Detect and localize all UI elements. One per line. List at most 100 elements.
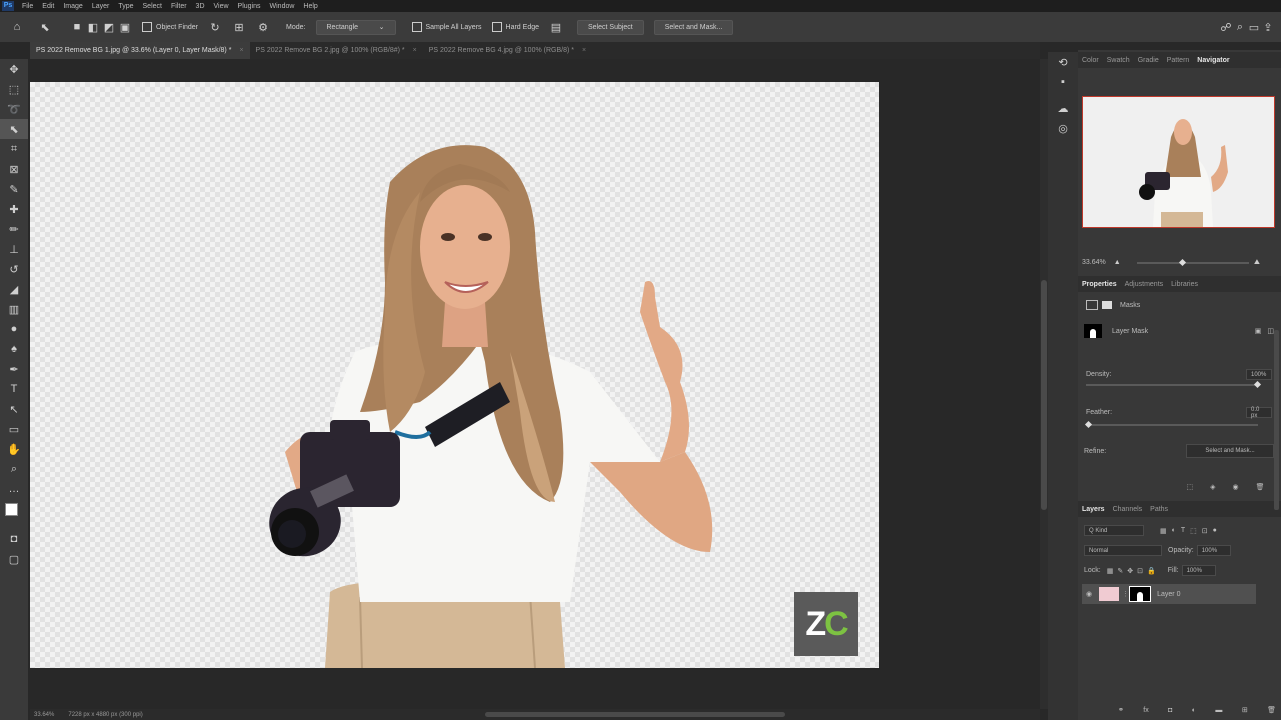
select-mask-icon[interactable]: ▣	[1255, 327, 1262, 335]
layer-thumbnail[interactable]	[1099, 587, 1120, 601]
fill-input[interactable]: 100%	[1181, 565, 1216, 576]
rectangle-tool-icon[interactable]: ▭	[0, 419, 28, 439]
healing-brush-tool-icon[interactable]: ✚	[0, 199, 28, 219]
tab-document-1[interactable]: PS 2022 Remove BG 1.jpg @ 33.6% (Layer 0…	[30, 42, 250, 59]
select-subject-button[interactable]: Select Subject	[577, 19, 644, 35]
close-icon[interactable]: ×	[582, 47, 586, 54]
density-slider[interactable]	[1086, 384, 1258, 386]
hand-tool-icon[interactable]: ✋	[0, 439, 28, 459]
link-icon[interactable]: ⋮	[1122, 590, 1129, 598]
menu-view[interactable]: View	[214, 3, 229, 10]
menu-window[interactable]: Window	[270, 3, 295, 10]
menu-help[interactable]: Help	[303, 3, 317, 10]
horizontal-scrollbar-thumb[interactable]	[485, 712, 785, 717]
foreground-color-swatch[interactable]	[5, 503, 18, 516]
history-brush-tool-icon[interactable]: ↺	[0, 259, 28, 279]
feather-knob[interactable]	[1084, 420, 1093, 429]
dodge-tool-icon[interactable]: ♠	[0, 339, 28, 359]
tab-gradients[interactable]: Gradie	[1134, 57, 1163, 64]
settings-gear-icon[interactable]: ⚙	[256, 20, 270, 34]
new-group-icon[interactable]: ▬	[1215, 707, 1222, 714]
menu-plugins[interactable]: Plugins	[238, 3, 261, 10]
menu-layer[interactable]: Layer	[92, 3, 110, 10]
navigator-zoom-slider[interactable]	[1137, 262, 1249, 264]
sample-all-layers-checkbox[interactable]: Sample All Layers	[411, 22, 482, 32]
document-canvas[interactable]	[30, 82, 879, 668]
menu-3d[interactable]: 3D	[196, 3, 205, 10]
menu-file[interactable]: File	[22, 3, 33, 10]
pen-tool-icon[interactable]: ✒	[0, 359, 28, 379]
eraser-tool-icon[interactable]: ◢	[0, 279, 28, 299]
properties-scrollbar[interactable]	[1274, 330, 1279, 510]
path-selection-tool-icon[interactable]: ↖	[0, 399, 28, 419]
eyedropper-tool-icon[interactable]: ✎	[0, 179, 28, 199]
status-zoom[interactable]: 33.64%	[34, 712, 54, 718]
brush-tool-icon[interactable]: ✏	[0, 219, 28, 239]
lasso-tool-icon[interactable]: ➰	[0, 99, 28, 119]
tab-libraries[interactable]: Libraries	[1167, 281, 1202, 288]
filter-type-icon[interactable]: T	[1181, 527, 1185, 534]
apply-mask-icon[interactable]: ◫	[1267, 327, 1274, 335]
tab-document-2[interactable]: PS 2022 Remove BG 2.jpg @ 100% (RGB/8#) …	[250, 42, 423, 59]
screen-mode-icon[interactable]: ▢	[0, 549, 28, 569]
select-and-mask-button[interactable]: Select and Mask...	[1186, 444, 1274, 458]
navigator-thumbnail[interactable]	[1082, 96, 1275, 228]
comments-panel-icon[interactable]: ▪	[1048, 72, 1078, 92]
tab-paths[interactable]: Paths	[1146, 506, 1172, 513]
blur-tool-icon[interactable]: ●	[0, 319, 28, 339]
type-tool-icon[interactable]: T	[0, 379, 28, 399]
export-icon[interactable]: ⇪	[1261, 20, 1275, 34]
photoshop-logo-icon[interactable]: Ps	[2, 1, 14, 11]
feather-input[interactable]: 0.0 px	[1246, 407, 1272, 419]
lock-transparent-icon[interactable]: ▦	[1107, 567, 1114, 575]
layer-mask-thumbnail[interactable]	[1129, 586, 1152, 602]
layer-mask-thumbnail[interactable]	[1084, 324, 1102, 338]
tab-layers[interactable]: Layers	[1078, 506, 1109, 513]
tab-document-3[interactable]: PS 2022 Remove BG 4.jpg @ 100% (RGB/8) *…	[423, 42, 592, 59]
brush-settings-icon[interactable]: ☁	[1048, 98, 1078, 118]
add-selection-icon[interactable]: ◧	[86, 20, 100, 34]
more-tools-icon[interactable]: …	[0, 479, 28, 499]
close-icon[interactable]: ×	[239, 47, 243, 54]
clone-stamp-tool-icon[interactable]: ⊥	[0, 239, 28, 259]
color-swatches[interactable]	[0, 499, 28, 529]
object-selection-tool-icon[interactable]: ⬉	[0, 119, 28, 139]
show-all-objects-icon[interactable]: ⊞	[232, 20, 246, 34]
crop-tool-icon[interactable]: ⌗	[0, 139, 28, 159]
filter-shape-icon[interactable]: ⬚	[1190, 527, 1197, 535]
plugins-panel-icon[interactable]: ◎	[1048, 118, 1078, 138]
tab-properties[interactable]: Properties	[1078, 281, 1121, 288]
select-subject-options-icon[interactable]: ▤	[549, 20, 563, 34]
tab-swatches[interactable]: Swatch	[1103, 57, 1134, 64]
tab-color[interactable]: Color	[1078, 57, 1103, 64]
invert-icon[interactable]: ◈	[1210, 483, 1215, 491]
lock-artboard-icon[interactable]: ⊡	[1137, 567, 1143, 575]
move-tool-icon[interactable]: ✥	[0, 59, 28, 79]
hard-edge-checkbox[interactable]: Hard Edge	[491, 22, 539, 32]
filter-pixel-icon[interactable]: ▦	[1160, 527, 1167, 535]
subtract-selection-icon[interactable]: ◩	[102, 20, 116, 34]
opacity-input[interactable]: 100%	[1196, 545, 1231, 556]
layer-kind-filter[interactable]: Q Kind	[1084, 525, 1144, 536]
new-layer-icon[interactable]: ⊞	[1242, 706, 1248, 714]
visibility-eye-icon[interactable]: ◉	[1086, 590, 1092, 598]
object-selection-tool-icon[interactable]: ⬉	[38, 20, 52, 34]
gradient-tool-icon[interactable]: ▥	[0, 299, 28, 319]
history-panel-icon[interactable]: ⟲	[1048, 52, 1078, 72]
layer-name[interactable]: Layer 0	[1157, 591, 1180, 598]
vertical-scrollbar-thumb[interactable]	[1041, 280, 1047, 510]
filter-smart-object-icon[interactable]: ⊡	[1202, 527, 1208, 535]
feather-slider[interactable]	[1086, 424, 1258, 426]
tab-adjustments[interactable]: Adjustments	[1121, 281, 1168, 288]
add-mask-icon[interactable]: ◘	[1168, 707, 1172, 714]
lock-all-icon[interactable]: 🔒	[1147, 567, 1156, 575]
share-icon[interactable]: ☍	[1219, 20, 1233, 34]
new-selection-icon[interactable]: ■	[70, 20, 84, 34]
visibility-eye-icon[interactable]: ◉	[1232, 483, 1238, 491]
tab-patterns[interactable]: Pattern	[1163, 57, 1194, 64]
zoom-tool-icon[interactable]: ⌕	[0, 459, 28, 479]
pixel-mask-icon[interactable]	[1086, 300, 1098, 310]
delete-layer-icon[interactable]: 🗑	[1267, 706, 1276, 714]
filter-toggle-icon[interactable]: ●	[1213, 527, 1217, 534]
delete-mask-icon[interactable]: 🗑	[1256, 483, 1265, 491]
